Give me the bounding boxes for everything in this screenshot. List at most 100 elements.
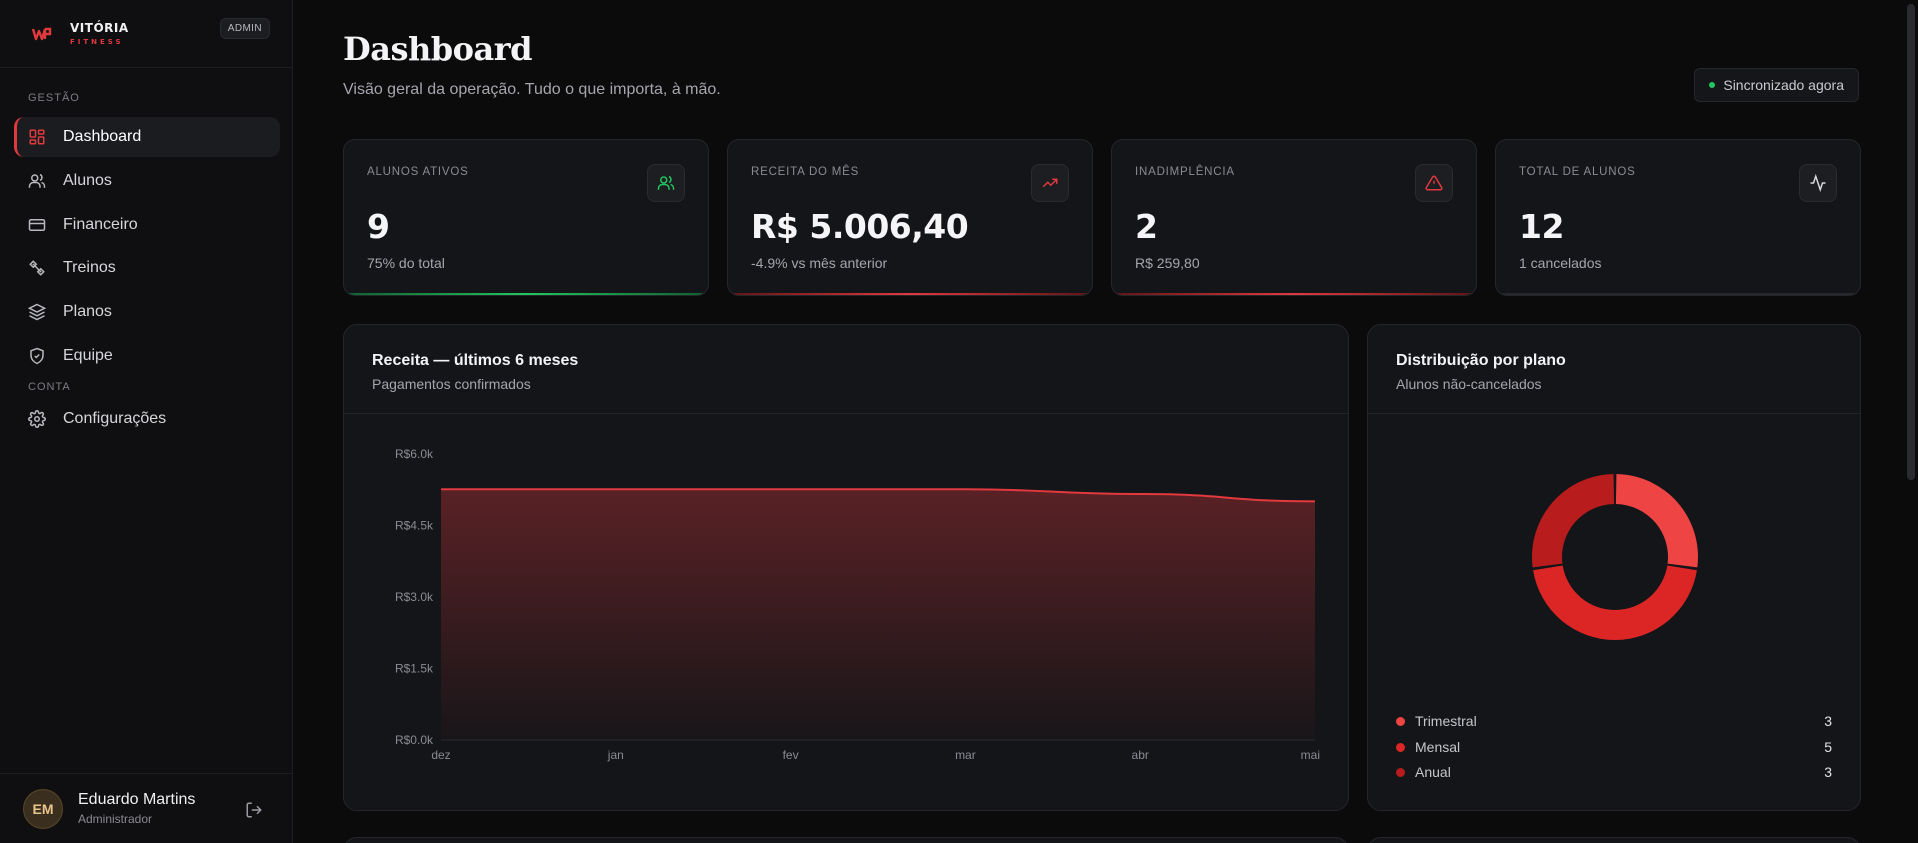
activity-icon [1799,164,1837,202]
legend-label: Anual [1415,764,1451,780]
kpi-value: R$ 5.006,40 [751,207,969,246]
y-tick-label: R$4.5k [395,519,434,533]
page-subtitle: Visão geral da operação. Tudo o que impo… [343,81,721,98]
user-profile: EM Eduardo Martins Administrador [0,773,293,843]
scrollbar-thumb[interactable] [1907,4,1915,480]
sidebar-item-configuracoes[interactable]: Configurações [14,399,280,439]
users-icon [28,172,46,190]
gear-icon [28,410,46,428]
legend-dot-icon [1396,716,1405,726]
kpi-label: TOTAL DE ALUNOS [1519,166,1636,178]
x-tick-label: mar [955,748,976,762]
kpi-card-total-alunos: TOTAL DE ALUNOS 12 1 cancelados [1495,139,1861,296]
sidebar-item-label: Dashboard [63,128,142,145]
kpi-label: INADIMPLÊNCIA [1135,166,1235,178]
x-tick-label: abr [1132,748,1149,762]
sidebar-item-label: Financeiro [63,216,138,233]
credit-card-icon [28,216,46,234]
main-content: Dashboard Visão geral da operação. Tudo … [294,0,1904,843]
logout-icon[interactable] [245,801,263,819]
page-scrollbar[interactable] [1904,0,1918,843]
sidebar-item-dashboard[interactable]: Dashboard [14,117,280,157]
sidebar-item-label: Treinos [63,259,116,276]
sidebar-item-alunos[interactable]: Alunos [14,161,280,201]
sync-status-badge: Sincronizado agora [1694,68,1859,102]
x-tick-label: dez [431,748,450,762]
sidebar-item-label: Equipe [63,347,113,364]
panel-subtitle: Pagamentos confirmados [372,376,531,392]
donut-slice-mensal[interactable] [1533,565,1697,640]
brand-header: VITÓRIA FITNESS ADMIN [0,0,292,68]
y-tick-label: R$1.5k [395,662,434,676]
sync-status-text: Sincronizado agora [1723,77,1844,93]
nav-section-conta: CONTA [28,381,71,393]
sidebar: VITÓRIA FITNESS ADMIN GESTÃO Dashboard A… [0,0,293,843]
x-tick-label: fev [783,748,799,762]
kpi-accent-bar [344,293,708,295]
panel-title: Receita — últimos 6 meses [372,352,579,369]
kpi-card-inadimplencia: INADIMPLÊNCIA 2 R$ 259,80 [1111,139,1477,296]
lower-panel-left [343,837,1349,843]
brand-name: VITÓRIA [70,20,129,35]
kpi-value: 12 [1519,207,1564,246]
sidebar-item-label: Planos [63,303,112,320]
kpi-value: 2 [1135,207,1158,246]
kpi-label: RECEITA DO MÊS [751,166,860,178]
kpi-subtext: 1 cancelados [1519,255,1602,271]
sidebar-item-equipe[interactable]: Equipe [14,336,280,376]
panel-subtitle: Alunos não-cancelados [1396,376,1542,392]
nav-section-gestao: GESTÃO [28,92,80,104]
revenue-area-chart: R$0.0k R$1.5k R$3.0k R$4.5k R$6.0k dez jan fev m… [395,447,1320,762]
sidebar-item-label: Configurações [63,410,167,427]
avatar[interactable]: EM [23,788,63,829]
sidebar-item-planos[interactable]: Planos [14,292,280,332]
brand-subtitle: FITNESS [70,37,124,46]
user-name: Eduardo Martins [78,791,196,808]
plan-distribution-panel: Distribuição por plano Alunos não-cancel… [1367,324,1861,811]
kpi-card-receita-mes: RECEITA DO MÊS R$ 5.006,40 -4.9% vs mês … [727,139,1093,296]
revenue-chart-panel: Receita — últimos 6 meses Pagamentos con… [343,324,1349,811]
sidebar-item-label: Alunos [63,172,112,189]
users-icon [647,164,685,202]
legend-count: 3 [1824,713,1832,729]
revenue-area-fill [441,489,1315,740]
alert-triangle-icon [1415,164,1453,202]
legend-label: Mensal [1415,739,1461,755]
layers-icon [28,303,46,321]
kpi-value: 9 [367,207,390,246]
sidebar-item-financeiro[interactable]: Financeiro [14,205,280,245]
y-tick-label: R$3.0k [395,590,434,604]
legend-item-anual: Anual 3 [1396,762,1832,782]
dumbbell-icon [28,259,46,277]
kpi-accent-bar [1496,293,1860,295]
legend-dot-icon [1396,742,1405,752]
x-tick-label: mai [1301,748,1320,762]
y-tick-label: R$0.0k [395,733,434,747]
dashboard-icon [28,128,46,146]
legend-item-mensal: Mensal 5 [1396,737,1832,757]
donut-slice-trimestral[interactable] [1615,474,1698,568]
kpi-subtext: R$ 259,80 [1135,255,1200,271]
sidebar-item-treinos[interactable]: Treinos [14,248,280,288]
kpi-accent-bar [728,293,1092,295]
legend-dot-icon [1396,767,1405,777]
y-tick-label: R$6.0k [395,447,434,461]
kpi-label: ALUNOS ATIVOS [367,166,469,178]
donut-slice-anual[interactable] [1532,474,1615,568]
brand-logo-icon[interactable] [32,24,52,44]
page-title: Dashboard [343,30,532,68]
trending-up-icon [1031,164,1069,202]
lower-panel-right [1367,837,1861,843]
kpi-subtext: -4.9% vs mês anterior [751,255,888,271]
legend-label: Trimestral [1415,713,1477,729]
kpi-subtext: 75% do total [367,255,445,271]
status-dot-icon [1709,82,1716,88]
kpi-accent-bar [1112,293,1476,295]
plan-donut-chart [1532,474,1698,640]
legend-count: 3 [1824,764,1832,780]
x-tick-label: jan [607,748,624,762]
panel-title: Distribuição por plano [1396,352,1566,369]
role-badge: ADMIN [219,18,270,39]
shield-icon [28,347,46,365]
legend-item-trimestral: Trimestral 3 [1396,711,1832,731]
